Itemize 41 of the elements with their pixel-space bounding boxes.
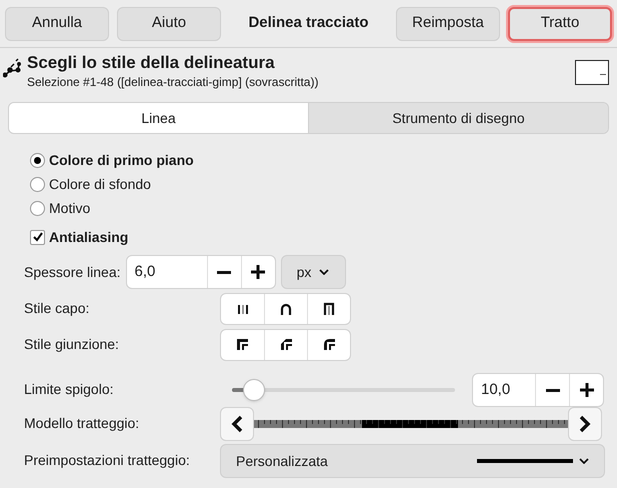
dialog-heading: Scegli lo stile della delineatura	[27, 52, 276, 74]
radio-button[interactable]	[30, 200, 45, 216]
field-label: Preimpostazioni tratteggio:	[24, 452, 190, 468]
checkbox[interactable]	[30, 230, 45, 244]
previous-button[interactable]	[220, 407, 254, 441]
preset-dropdown[interactable]: Personalizzata	[220, 444, 605, 478]
chevron-down-icon	[579, 458, 589, 464]
chevron-down-icon	[319, 269, 330, 275]
round-join-icon	[322, 338, 336, 351]
radio-label: Colore di primo piano	[49, 150, 194, 170]
header-button[interactable]: Annulla	[5, 6, 109, 40]
tab[interactable]: Strumento di disegno	[308, 103, 608, 133]
next-button[interactable]	[568, 407, 602, 441]
miter-join-icon	[236, 338, 249, 351]
tab[interactable]: Linea	[9, 103, 308, 133]
field-label: Stile giunzione:	[24, 336, 119, 352]
field-label: Limite spigolo:	[24, 381, 114, 397]
field-label: Spessore linea:	[24, 262, 121, 282]
slider-thumb[interactable]	[243, 379, 266, 401]
radio-button[interactable]	[30, 176, 45, 192]
header-button[interactable]: Tratto	[508, 6, 612, 40]
slider[interactable]	[232, 378, 455, 402]
path-icon	[3, 58, 23, 78]
chevron-right-icon	[579, 415, 591, 433]
radio-label: Motivo	[49, 198, 90, 218]
checkbox-label: Antialiasing	[49, 228, 128, 247]
dialog-subtitle: Selezione #1-48 ([delinea-tracciati-gimp] (sovrascritta))	[27, 74, 320, 90]
window-title: Delinea tracciato	[247, 13, 370, 34]
chevron-left-icon	[231, 415, 243, 433]
field-label: Modello tratteggio:	[24, 415, 140, 431]
square-cap-icon	[323, 302, 335, 315]
unit-dropdown[interactable]: px	[280, 255, 346, 289]
header-button[interactable]: Reimposta	[396, 6, 500, 40]
preview-thumbnail	[575, 60, 609, 85]
butt-cap-icon	[236, 304, 248, 314]
field-label: Stile capo:	[24, 300, 90, 316]
header-button[interactable]: Aiuto	[117, 6, 221, 40]
bevel-join-icon	[280, 338, 292, 351]
radio-button[interactable]	[30, 152, 45, 168]
round-cap-icon	[280, 302, 292, 314]
radio-label: Colore di sfondo	[49, 174, 151, 194]
